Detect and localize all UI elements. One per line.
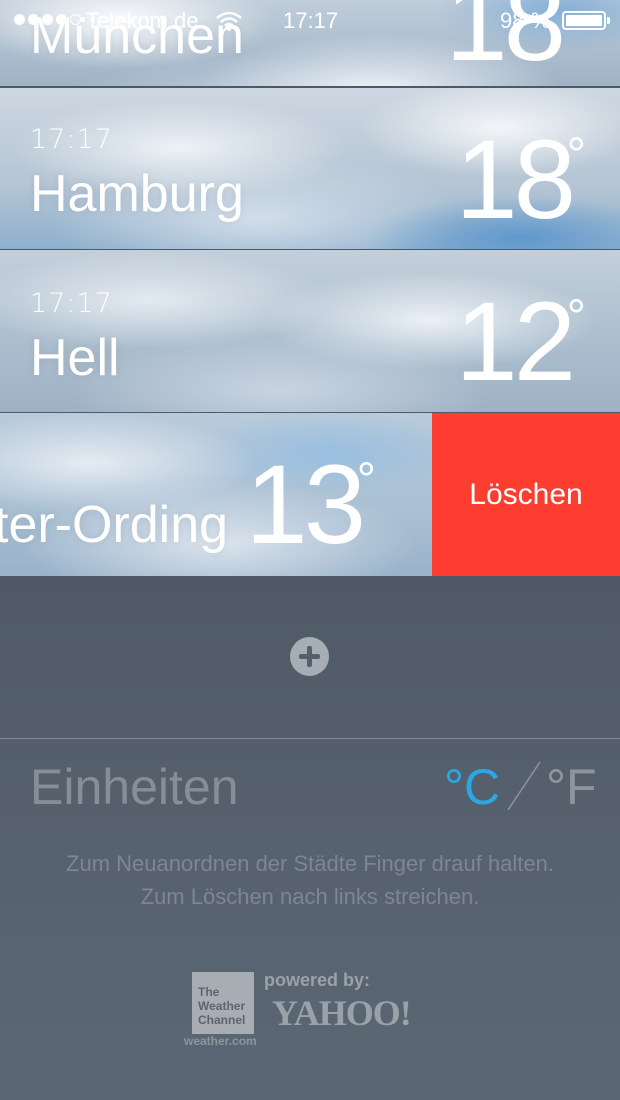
- divider: [0, 738, 620, 739]
- city-name: Hell: [30, 329, 120, 387]
- temperature-value: 12: [455, 279, 576, 404]
- city-temperature: 18 °: [455, 124, 586, 236]
- city-row-st-peter-ording[interactable]: ter-Ording 13 °: [0, 413, 432, 576]
- unit-separator: [507, 761, 541, 811]
- battery-icon: [562, 11, 610, 30]
- battery-percentage: 98 %: [500, 8, 551, 33]
- degree-symbol: °: [356, 454, 376, 507]
- status-bar: Telekom.de 17:17 98 %: [0, 0, 620, 40]
- carrier-name: Telekom.de: [86, 8, 199, 33]
- fahrenheit-toggle[interactable]: °F: [546, 758, 597, 816]
- city-name: Hamburg: [30, 165, 244, 223]
- powered-by-label: powered by:: [264, 970, 371, 990]
- units-label: Einheiten: [30, 759, 239, 815]
- weather-com-link[interactable]: weather.com: [184, 1034, 257, 1048]
- logo-text: The: [198, 985, 220, 999]
- city-time: 17:17: [30, 124, 113, 155]
- delete-hint: Zum Löschen nach links streichen.: [140, 884, 480, 909]
- city-time: 17:17: [30, 288, 113, 319]
- city-row-hell[interactable]: 17:17 Hell 12 °: [0, 250, 620, 412]
- signal-strength-icon: [14, 14, 81, 25]
- reorder-hint: Zum Neuanordnen der Städte Finger drauf …: [66, 851, 554, 876]
- temperature-value: 18: [455, 117, 576, 242]
- delete-button[interactable]: Löschen: [432, 413, 620, 576]
- wifi-icon: [215, 10, 243, 38]
- city-row-hamburg[interactable]: 17:17 Hamburg 18 °: [0, 88, 620, 249]
- city-name: ter-Ording: [0, 496, 229, 554]
- temperature-value: 13: [245, 442, 366, 567]
- yahoo-logo[interactable]: YAHOO!: [272, 992, 412, 1034]
- celsius-toggle[interactable]: °C: [444, 758, 500, 816]
- degree-symbol: °: [566, 129, 586, 182]
- logo-text: Weather: [198, 999, 246, 1013]
- city-temperature: 13 °: [245, 449, 376, 561]
- degree-symbol: °: [566, 291, 586, 344]
- status-time: 17:17: [283, 8, 339, 33]
- add-city-icon[interactable]: [290, 637, 329, 676]
- credits: The Weather Channel weather.com powered …: [184, 970, 444, 1050]
- weather-channel-logo[interactable]: The Weather Channel: [192, 972, 254, 1034]
- city-temperature: 12 °: [455, 286, 586, 398]
- logo-text: Channel: [198, 1013, 246, 1027]
